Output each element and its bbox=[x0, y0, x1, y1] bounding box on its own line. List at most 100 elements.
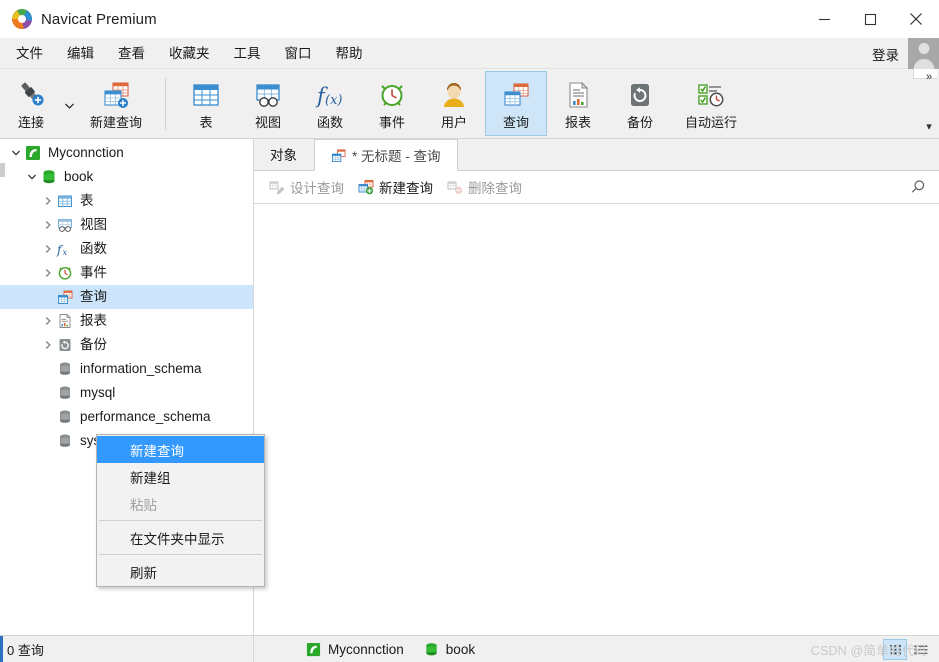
context-menu-separator bbox=[99, 520, 262, 521]
tree-twisty-placeholder bbox=[40, 429, 56, 453]
navicat-logo-icon bbox=[12, 9, 32, 29]
report-icon bbox=[56, 312, 74, 330]
ribbon-query[interactable]: 查询 bbox=[485, 71, 547, 136]
main-panel: 对象 * 无标题 - 查询 设计查询 新建查询 删除查询 bbox=[254, 139, 939, 635]
menu-tools[interactable]: 工具 bbox=[222, 38, 273, 69]
query-icon bbox=[56, 288, 74, 306]
connection-green-icon bbox=[306, 642, 321, 657]
tree-item-tables-label: 表 bbox=[80, 193, 94, 208]
backup-icon bbox=[623, 78, 657, 112]
tree-twisty-placeholder bbox=[40, 285, 56, 309]
tree-item-connection-label: Myconnction bbox=[48, 145, 124, 160]
query-editor-canvas[interactable] bbox=[254, 204, 939, 635]
ribbon-table-label: 表 bbox=[199, 115, 213, 130]
tree-item-backups[interactable]: 备份 bbox=[0, 333, 253, 357]
tree-item-views[interactable]: 视图 bbox=[0, 213, 253, 237]
tree-item-database-mysql[interactable]: mysql bbox=[0, 381, 253, 405]
ribbon-report-label: 报表 bbox=[564, 115, 591, 130]
ribbon-query-label: 查询 bbox=[502, 115, 529, 130]
delete-query-button[interactable]: 删除查询 bbox=[440, 174, 529, 200]
tree-item-reports[interactable]: 报表 bbox=[0, 309, 253, 333]
ribbon-expand-button[interactable]: ▾ bbox=[926, 122, 932, 133]
delete-query-label: 删除查询 bbox=[468, 181, 522, 196]
tree-item-events[interactable]: 事件 bbox=[0, 261, 253, 285]
chevron-right-icon[interactable] bbox=[40, 261, 56, 285]
ctx-show-in-folder[interactable]: 在文件夹中显示 bbox=[97, 524, 264, 551]
ribbon-connection-label: 连接 bbox=[17, 115, 44, 130]
ribbon-report[interactable]: 报表 bbox=[547, 71, 609, 136]
chevron-right-icon[interactable] bbox=[40, 213, 56, 237]
chevron-right-icon[interactable] bbox=[40, 237, 56, 261]
menu-file[interactable]: 文件 bbox=[4, 38, 55, 69]
search-icon[interactable] bbox=[907, 176, 929, 198]
ribbon-event-label: 事件 bbox=[378, 115, 405, 130]
close-button[interactable] bbox=[893, 0, 939, 38]
list-view-icon[interactable] bbox=[909, 639, 933, 660]
ribbon-new-query[interactable]: 新建查询 bbox=[76, 71, 156, 136]
ribbon-user-label: 用户 bbox=[440, 115, 467, 130]
chevron-right-icon[interactable] bbox=[40, 189, 56, 213]
menu-edit[interactable]: 编辑 bbox=[55, 38, 106, 69]
ribbon-overflow-button[interactable]: » bbox=[926, 72, 932, 83]
tree-item-database-book[interactable]: book bbox=[0, 165, 253, 189]
tree-item-functions[interactable]: f x 函数 bbox=[0, 237, 253, 261]
database-icon bbox=[40, 168, 58, 186]
tab-objects[interactable]: 对象 bbox=[254, 138, 314, 170]
tree-item-events-label: 事件 bbox=[80, 265, 107, 280]
chevron-down-icon[interactable] bbox=[8, 141, 24, 165]
tree-item-queries[interactable]: 查询 bbox=[0, 285, 253, 309]
chevron-right-icon[interactable] bbox=[40, 333, 56, 357]
title-bar: Navicat Premium bbox=[0, 0, 939, 38]
grid-view-icon[interactable] bbox=[883, 638, 907, 660]
menu-bar: 文件 编辑 查看 收藏夹 工具 窗口 帮助 登录 bbox=[0, 38, 939, 69]
tab-untitled-query[interactable]: * 无标题 - 查询 bbox=[314, 139, 458, 171]
database-gray-icon bbox=[56, 432, 74, 450]
status-bar: 0 查询 Myconnction book CSDN @简单的代码 bbox=[0, 635, 939, 662]
ribbon-function[interactable]: f (x) 函数 bbox=[299, 71, 361, 136]
tab-objects-label: 对象 bbox=[270, 148, 297, 163]
connection-dropdown-caret[interactable] bbox=[62, 69, 76, 129]
maximize-button[interactable] bbox=[847, 0, 893, 38]
ribbon-separator bbox=[165, 78, 166, 130]
tree-item-database-performance-schema-label: performance_schema bbox=[80, 409, 211, 424]
ribbon-view[interactable]: 视图 bbox=[237, 71, 299, 136]
tree-item-connection[interactable]: Myconnction bbox=[0, 141, 253, 165]
status-database-label: book bbox=[445, 641, 476, 657]
ribbon-table[interactable]: 表 bbox=[175, 71, 237, 136]
login-link[interactable]: 登录 bbox=[872, 44, 899, 64]
ribbon-function-label: 函数 bbox=[316, 115, 343, 130]
table-icon bbox=[189, 78, 223, 112]
design-query-button[interactable]: 设计查询 bbox=[262, 174, 351, 200]
menu-view[interactable]: 查看 bbox=[106, 38, 157, 69]
status-database: book bbox=[424, 642, 475, 657]
tree-item-tables[interactable]: 表 bbox=[0, 189, 253, 213]
ribbon-event[interactable]: 事件 bbox=[361, 71, 423, 136]
new-query-icon bbox=[99, 78, 133, 112]
ctx-new-group[interactable]: 新建组 bbox=[97, 463, 264, 490]
ribbon-automation[interactable]: 自动运行 bbox=[671, 71, 751, 136]
ribbon-backup[interactable]: 备份 bbox=[609, 71, 671, 136]
avatar[interactable] bbox=[908, 38, 939, 69]
ctx-refresh[interactable]: 刷新 bbox=[97, 558, 264, 585]
new-query-icon bbox=[358, 179, 374, 195]
ribbon-user[interactable]: 用户 bbox=[423, 71, 485, 136]
new-query-button[interactable]: 新建查询 bbox=[351, 174, 440, 200]
chevron-down-icon[interactable] bbox=[24, 165, 40, 189]
tree-item-database-book-label: book bbox=[64, 169, 94, 184]
chevron-right-icon[interactable] bbox=[40, 309, 56, 333]
tree-item-backups-label: 备份 bbox=[80, 337, 107, 352]
tree-item-database-performance-schema[interactable]: performance_schema bbox=[0, 405, 253, 429]
ribbon-backup-label: 备份 bbox=[626, 115, 653, 130]
minimize-button[interactable] bbox=[801, 0, 847, 38]
ribbon-toolbar: 连接 新建查询 表 视图 f (x) 函数 事件 用户 查询 报表 备份 自动运… bbox=[0, 69, 939, 139]
ctx-new-query[interactable]: 新建查询 bbox=[97, 436, 264, 463]
menu-favorites[interactable]: 收藏夹 bbox=[157, 38, 222, 69]
tree-item-database-information-schema[interactable]: information_schema bbox=[0, 357, 253, 381]
ribbon-connection[interactable]: 连接 bbox=[0, 71, 62, 136]
menu-window[interactable]: 窗口 bbox=[273, 38, 324, 69]
window-controls bbox=[801, 0, 939, 38]
menu-help[interactable]: 帮助 bbox=[324, 38, 375, 69]
tree-item-queries-label: 查询 bbox=[80, 289, 107, 304]
body-area: Myconnction book 表 视图 f x 函数 事件 查询 报表 备份… bbox=[0, 139, 939, 635]
query-icon bbox=[331, 148, 346, 163]
